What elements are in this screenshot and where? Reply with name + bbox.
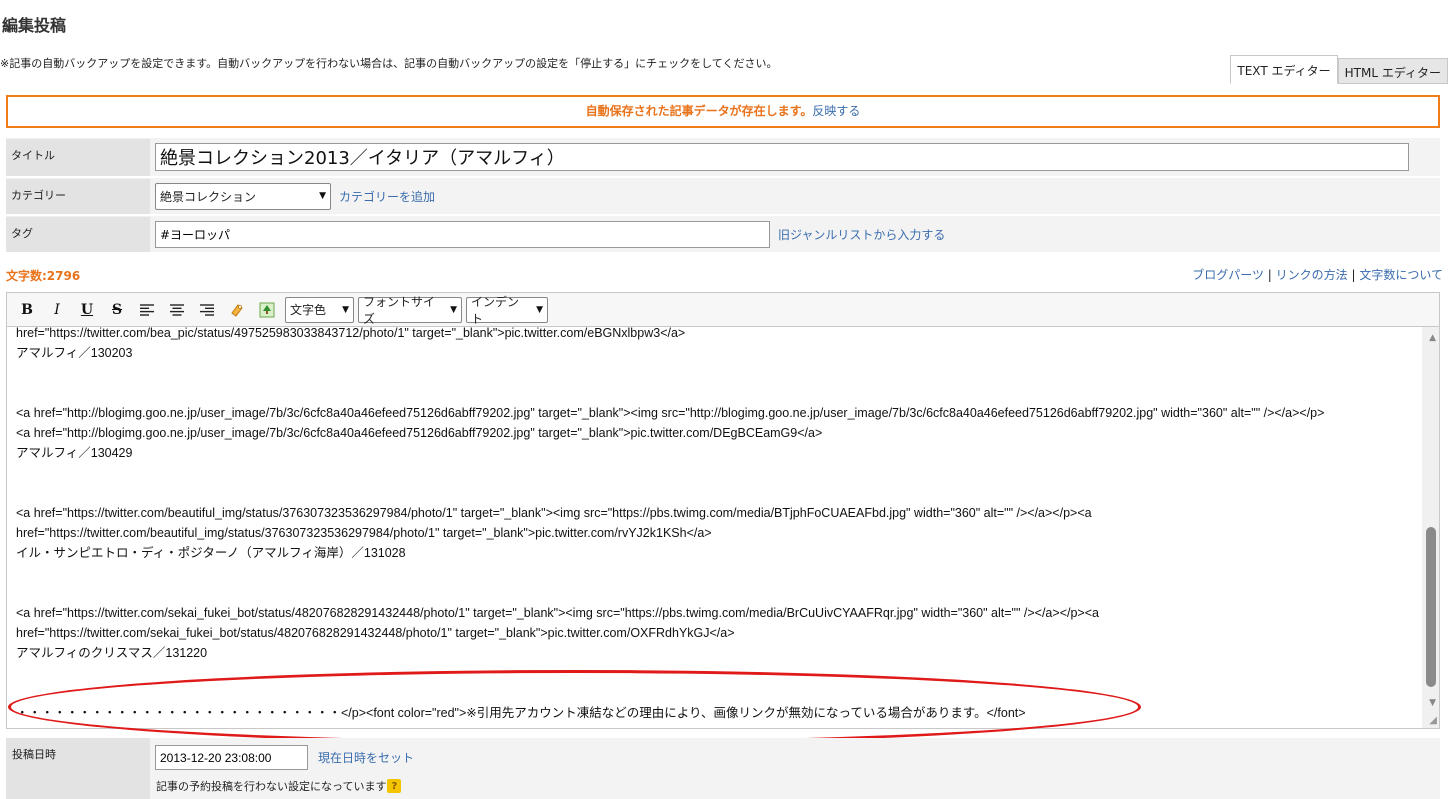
body-line: <a href="https://twitter.com/sekai_fukei…	[16, 606, 1099, 620]
italic-button[interactable]: I	[43, 297, 71, 323]
body-line	[16, 683, 1415, 703]
scroll-up-icon[interactable]: ▲	[1429, 333, 1436, 343]
body-line: アマルフィのクリスマス／131220	[16, 646, 208, 660]
help-icon[interactable]: ?	[387, 779, 402, 793]
apply-autosave-link[interactable]: 反映する	[812, 104, 860, 118]
post-date-input[interactable]	[155, 745, 308, 770]
autosave-banner: 自動保存された記事データが存在します。反映する	[6, 95, 1440, 128]
separator: |	[1263, 268, 1276, 282]
strikethrough-button[interactable]: S	[103, 297, 131, 323]
body-line: アマルフィ／130429	[16, 446, 133, 460]
schedule-note: 記事の予約投稿を行わない設定になっています ?	[156, 778, 402, 794]
bold-button[interactable]: B	[13, 297, 41, 323]
body-line	[16, 483, 1415, 503]
body-line: href="https://twitter.com/beautiful_img/…	[16, 526, 712, 540]
font-size-label: フォントサイズ	[363, 294, 436, 326]
body-line: イル・サンピエトロ・ディ・ポジターノ（アマルフィ海岸）／131028	[16, 546, 406, 560]
title-row: タイトル	[6, 138, 1440, 176]
set-now-link[interactable]: 現在日時をセット	[318, 749, 414, 766]
scroll-thumb[interactable]	[1426, 527, 1436, 687]
backup-notice: ※記事の自動バックアップを設定できます。自動バックアップを行わない場合は、記事の…	[0, 57, 778, 70]
indent-label: インデント	[471, 294, 520, 326]
image-icon[interactable]	[253, 297, 281, 323]
post-date-cell: 現在日時をセット 記事の予約投稿を行わない設定になっています ?	[150, 738, 1440, 799]
chevron-down-icon: ▼	[450, 304, 457, 315]
body-line	[16, 463, 1415, 483]
body-line: アマルフィ／130203	[16, 346, 133, 360]
link-method-link[interactable]: リンクの方法	[1276, 268, 1348, 282]
align-center-icon[interactable]	[163, 297, 191, 323]
tag-row: タグ 旧ジャンルリストから入力する	[6, 216, 1440, 252]
body-line	[16, 363, 1415, 383]
link-icon[interactable]	[223, 297, 251, 323]
about-char-count-link[interactable]: 文字数について	[1359, 268, 1443, 282]
page-title: 編集投稿	[2, 16, 67, 35]
align-right-icon[interactable]	[193, 297, 221, 323]
body-line: href="https://twitter.com/bea_pic/status…	[16, 326, 686, 340]
tab-html-editor[interactable]: HTML エディター	[1337, 58, 1448, 84]
body-line	[16, 583, 1415, 603]
font-size-select[interactable]: フォントサイズ ▼	[358, 295, 462, 326]
post-date-label: 投稿日時	[6, 738, 150, 799]
text-color-label: 文字色	[290, 303, 327, 317]
resize-grip-icon[interactable]: ◢	[1429, 715, 1437, 726]
body-line	[16, 383, 1415, 403]
scroll-down-icon[interactable]: ▼	[1429, 698, 1436, 708]
separator: |	[1347, 268, 1360, 282]
title-label: タイトル	[6, 138, 150, 176]
tag-label: タグ	[6, 216, 150, 252]
editor-toolbar: B I U S 文字色 ▼ フォントサイズ ▼ インデント ▼	[6, 292, 1440, 326]
body-line: ・・・・・・・・・・・・・・・・・・・・・・・・・・</p><font colo…	[16, 706, 1026, 720]
editor-tabs: TEXT エディター HTML エディター	[1230, 55, 1448, 84]
tab-text-editor[interactable]: TEXT エディター	[1230, 55, 1338, 84]
vertical-scrollbar[interactable]: ▲ ▼	[1422, 327, 1439, 728]
genre-list-link[interactable]: 旧ジャンルリストから入力する	[778, 226, 945, 243]
title-input[interactable]	[155, 143, 1409, 171]
chevron-down-icon: ▼	[536, 304, 543, 315]
category-select[interactable]: 絶景コレクション ▼	[155, 182, 331, 210]
body-textarea[interactable]: href="https://twitter.com/bea_pic/status…	[6, 326, 1440, 729]
category-label: カテゴリー	[6, 178, 150, 214]
chevron-down-icon: ▼	[342, 304, 349, 315]
blog-parts-link[interactable]: ブログパーツ	[1192, 268, 1264, 282]
char-count: 文字数:2796	[6, 269, 81, 283]
body-line	[16, 663, 1415, 683]
tag-input[interactable]	[155, 220, 770, 248]
category-field-cell: 絶景コレクション ▼ カテゴリーを追加	[150, 178, 1440, 214]
category-selected-value: 絶景コレクション	[160, 189, 257, 204]
body-line: <a href="https://twitter.com/beautiful_i…	[16, 506, 1092, 520]
body-line	[16, 563, 1415, 583]
indent-select[interactable]: インデント ▼	[466, 295, 548, 326]
category-row: カテゴリー 絶景コレクション ▼ カテゴリーを追加	[6, 178, 1440, 214]
body-line: <a href="http://blogimg.goo.ne.jp/user_i…	[16, 406, 1325, 420]
help-links: ブログパーツ | リンクの方法 | 文字数について	[1192, 266, 1443, 283]
tag-field-cell: 旧ジャンルリストから入力する	[150, 216, 1440, 252]
underline-button[interactable]: U	[73, 297, 101, 323]
autosave-message: 自動保存された記事データが存在します。	[585, 104, 813, 118]
title-field-cell	[150, 138, 1440, 176]
schedule-note-text: 記事の予約投稿を行わない設定になっています	[156, 780, 387, 793]
text-color-select[interactable]: 文字色 ▼	[285, 296, 354, 323]
body-line: <a href="http://blogimg.goo.ne.jp/user_i…	[16, 426, 823, 440]
body-line: href="https://twitter.com/sekai_fukei_bo…	[16, 626, 735, 640]
body-text: href="https://twitter.com/bea_pic/status…	[16, 326, 1415, 723]
chevron-down-icon: ▼	[319, 191, 326, 201]
align-left-icon[interactable]	[133, 297, 161, 323]
add-category-link[interactable]: カテゴリーを追加	[339, 188, 435, 205]
